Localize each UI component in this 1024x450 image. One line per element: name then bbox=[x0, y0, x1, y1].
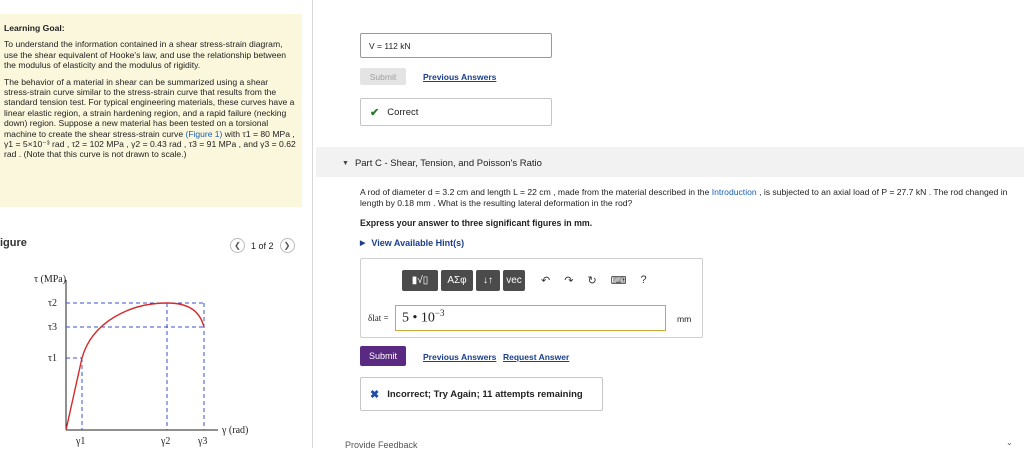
math-toolbar: ▮√▯ ΑΣφ ↓↑ vec bbox=[402, 270, 525, 291]
vec-button[interactable]: vec bbox=[503, 270, 525, 291]
delta-lat-label: δlat = bbox=[368, 313, 389, 323]
undo-icon[interactable]: ↶ bbox=[541, 274, 550, 287]
unit-label: mm bbox=[677, 314, 692, 324]
chevron-down-icon[interactable]: ⌄ bbox=[1006, 438, 1013, 447]
incorrect-text: Incorrect; Try Again; 11 attempts remain… bbox=[387, 388, 583, 400]
x-axis-label: γ (rad) bbox=[221, 425, 248, 436]
provide-feedback-link[interactable]: Provide Feedback bbox=[345, 440, 418, 450]
redo-icon[interactable]: ↷ bbox=[564, 274, 573, 287]
problem-statement: A rod of diameter d = 3.2 cm and length … bbox=[360, 187, 1020, 209]
editor-tools: ↶ ↷ ↻ ⌨ ? bbox=[541, 274, 647, 287]
reset-icon[interactable]: ↻ bbox=[587, 274, 596, 287]
expand-triangle-icon: ▶ bbox=[360, 240, 366, 247]
learning-goal-text: To understand the information contained … bbox=[4, 39, 287, 71]
submit-button-disabled: Submit bbox=[360, 68, 406, 85]
x-tick-gamma2: γ2 bbox=[160, 436, 170, 447]
incorrect-feedback: ✖ Incorrect; Try Again; 11 attempts rema… bbox=[360, 377, 603, 411]
stress-strain-curve bbox=[65, 302, 205, 431]
y-tick-tau1: τ1 bbox=[48, 353, 57, 364]
view-hints[interactable]: ▶ View Available Hint(s) bbox=[360, 238, 464, 248]
figure-link[interactable]: (Figure 1) bbox=[186, 129, 223, 139]
figure-pager: ❮ 1 of 2 ❯ bbox=[230, 238, 295, 253]
y-axis-label: τ (MPa) bbox=[34, 274, 66, 285]
part-c-title: Part C - Shear, Tension, and Poisson's R… bbox=[354, 158, 542, 169]
problem-intro: The behavior of a material in shear can … bbox=[4, 77, 296, 160]
shear-stress-strain-graph: τ (MPa) γ (rad) τ2 τ3 τ1 γ1 γ2 γ3 bbox=[34, 274, 248, 447]
answer-instruction: Express your answer to three significant… bbox=[360, 218, 593, 228]
input-value: 5 • 10 bbox=[402, 310, 435, 326]
keyboard-icon[interactable]: ⌨ bbox=[611, 274, 627, 287]
x-tick-gamma1: γ1 bbox=[75, 436, 85, 447]
submit-button[interactable]: Submit bbox=[360, 346, 406, 366]
request-answer-link[interactable]: Request Answer bbox=[503, 352, 569, 362]
answer-editor: ▮√▯ ΑΣφ ↓↑ vec ↶ ↷ ↻ ⌨ ? δlat = 5 • 10−3 bbox=[360, 258, 703, 338]
introduction-link[interactable]: Introduction bbox=[712, 187, 757, 197]
template-button[interactable]: ▮√▯ bbox=[402, 270, 438, 291]
help-icon[interactable]: ? bbox=[641, 274, 647, 287]
y-tick-tau3: τ3 bbox=[48, 322, 57, 333]
previous-answer-field: V = 112 kN bbox=[360, 33, 552, 58]
part-c-header[interactable]: ▼ Part C - Shear, Tension, and Poisson's… bbox=[342, 158, 542, 169]
chevron-left-icon[interactable]: ❮ bbox=[230, 238, 245, 253]
learning-goal-box: Learning Goal: To understand the informa… bbox=[0, 14, 302, 207]
correct-text: Correct bbox=[387, 106, 419, 118]
x-tick-gamma3: γ3 bbox=[197, 436, 207, 447]
figure-label: igure bbox=[0, 237, 27, 249]
check-icon: ✔ bbox=[370, 106, 380, 119]
input-exponent: −3 bbox=[434, 308, 445, 318]
y-tick-tau2: τ2 bbox=[48, 298, 57, 309]
correct-feedback: ✔ Correct bbox=[360, 98, 552, 126]
previous-answers-link[interactable]: Previous Answers bbox=[423, 72, 496, 82]
pager-text: 1 of 2 bbox=[251, 240, 274, 251]
previous-answers-link-2[interactable]: Previous Answers bbox=[423, 352, 496, 362]
left-pane: Learning Goal: To understand the informa… bbox=[0, 0, 313, 448]
collapse-triangle-icon: ▼ bbox=[342, 160, 349, 167]
greek-button[interactable]: ΑΣφ bbox=[441, 270, 473, 291]
sort-arrows-button[interactable]: ↓↑ bbox=[476, 270, 500, 291]
hints-label: View Available Hint(s) bbox=[371, 238, 465, 248]
problem-text-a: A rod of diameter d = 3.2 cm and length … bbox=[360, 187, 710, 197]
learning-goal-title: Learning Goal: bbox=[4, 23, 65, 33]
chevron-right-icon[interactable]: ❯ bbox=[279, 238, 295, 253]
answer-math-input[interactable]: 5 • 10−3 bbox=[395, 305, 666, 331]
x-icon: ✖ bbox=[370, 388, 380, 401]
